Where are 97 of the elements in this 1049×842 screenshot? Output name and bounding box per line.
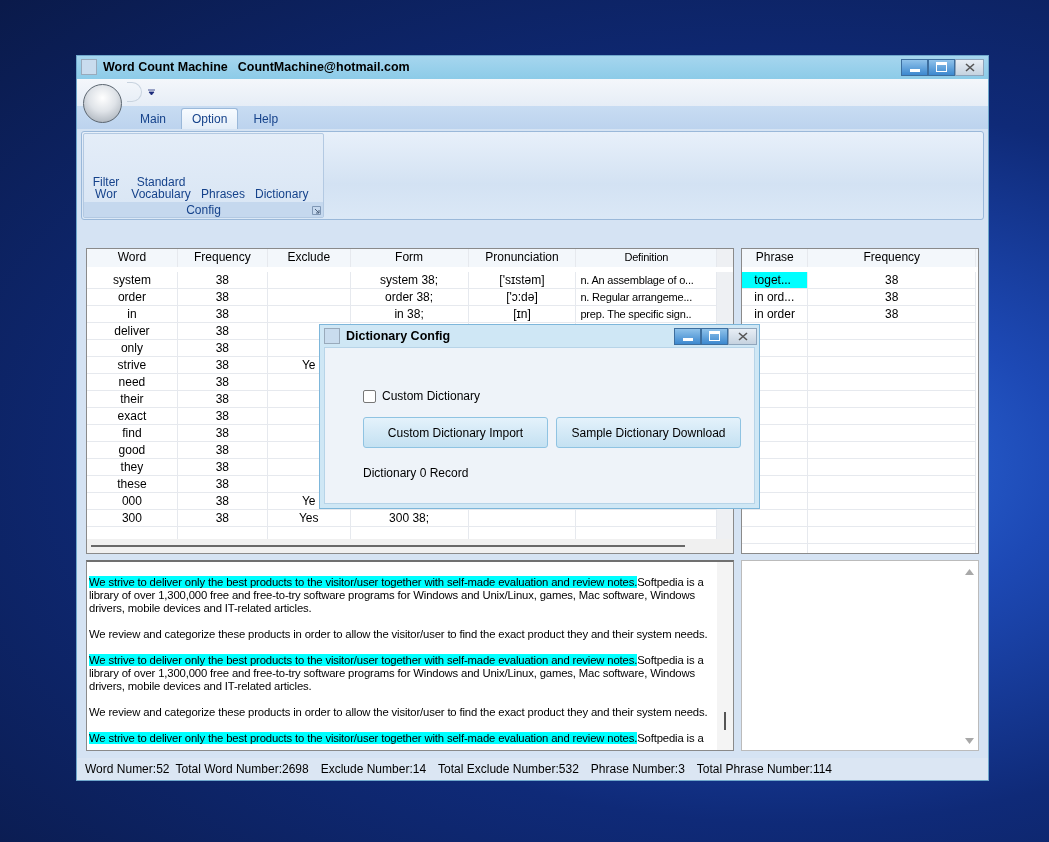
table-cell: system <box>87 272 178 290</box>
table-cell: order <box>87 289 178 307</box>
dropdown-icon[interactable] <box>148 88 155 96</box>
table-cell: in 38; <box>350 306 469 324</box>
checkbox[interactable] <box>363 389 376 403</box>
ribbon-tab[interactable]: Main <box>129 107 177 129</box>
ribbon-button[interactable]: Standard Vocabulary <box>128 176 194 201</box>
status-text: Word Numer:52 <box>85 762 170 777</box>
ribbon-button[interactable]: Filter Wor <box>88 176 124 201</box>
minimize-button[interactable] <box>674 327 701 345</box>
maximize-button[interactable] <box>928 58 955 76</box>
table-cell: deliver <box>87 323 178 341</box>
table-cell: 300 38; <box>350 510 469 528</box>
close-icon <box>737 331 748 341</box>
table-cell: n. An assemblage of o... <box>576 272 718 290</box>
status-text: Total Exclude Number:532 <box>438 762 579 777</box>
column-header[interactable]: Exclude <box>267 249 351 268</box>
table-cell: 38 <box>177 510 268 528</box>
app-icon <box>81 59 97 76</box>
table-cell: 38 <box>177 374 268 392</box>
app-icon <box>324 328 340 344</box>
status-text: Total Word Number:2698 <box>175 762 309 777</box>
table-cell: 38 <box>177 476 268 494</box>
table-cell: order 38; <box>350 289 469 307</box>
dialog-button[interactable]: Sample Dictionary Download <box>556 417 741 448</box>
table-cell: n. Regular arrangeme... <box>576 289 718 307</box>
horizontal-scrollbar[interactable] <box>87 539 734 554</box>
application-orb[interactable] <box>83 83 122 123</box>
paragraph: We review and categorize these products in order to allow the visitor/user to find the exact product they and their system needs. <box>89 706 709 720</box>
close-icon <box>964 62 975 72</box>
table-cell: strive <box>87 357 178 375</box>
table-cell: good <box>87 442 178 460</box>
table-cell: ['ɔ:də] <box>468 289 577 307</box>
table-cell: 38 <box>808 306 977 324</box>
table-cell: need <box>87 374 178 392</box>
ribbon-tab[interactable]: Help <box>242 107 290 129</box>
table-cell: 38 <box>177 272 268 290</box>
table-cell[interactable]: in order <box>742 306 809 324</box>
checkbox-label[interactable]: Custom Dictionary <box>382 389 481 403</box>
table-cell: ['sɪstəm] <box>468 272 577 290</box>
table-cell: only <box>87 340 178 358</box>
dialog-launcher-icon[interactable] <box>312 206 321 216</box>
ribbon-button[interactable]: Phrases <box>198 188 249 201</box>
table-cell: 38 <box>177 391 268 409</box>
column-header[interactable]: Form <box>350 249 469 268</box>
group-title: Config <box>186 202 221 217</box>
paragraph: We review and categorize these products in order to allow the visitor/user to find the exact product they and their system needs. <box>89 628 709 642</box>
table-cell: they <box>87 459 178 477</box>
table-cell: 38 <box>177 425 268 443</box>
paragraph: We strive to deliver only the best products to the visitor/user together with self-made evaluation and review notes.Softpedia is a <box>89 732 705 746</box>
table-cell: in <box>87 306 178 324</box>
table-cell: prep. The specific sign.. <box>576 306 718 324</box>
maximize-button[interactable] <box>701 327 728 345</box>
ribbon-button[interactable]: Dictionary <box>252 188 312 201</box>
close-button[interactable] <box>728 327 757 345</box>
record-count: Dictionary 0 Record <box>363 466 470 480</box>
table-cell: 300 <box>87 510 178 528</box>
table-cell: 38 <box>177 340 268 358</box>
dialog-button[interactable]: Custom Dictionary Import <box>363 417 548 448</box>
table-cell: Yes <box>267 510 351 528</box>
table-cell: 38 <box>177 323 268 341</box>
table-cell: 38 <box>177 357 268 375</box>
table-cell: 38 <box>808 289 977 307</box>
table-cell: 38 <box>177 306 268 324</box>
column-header[interactable]: Pronunciation <box>468 249 577 268</box>
ribbon-tab[interactable]: Option <box>181 107 239 129</box>
table-cell: find <box>87 425 178 443</box>
minimize-button[interactable] <box>901 58 928 76</box>
table-cell[interactable]: in ord... <box>742 289 809 307</box>
status-text: Exclude Number:14 <box>320 762 427 777</box>
table-cell: 38 <box>177 289 268 307</box>
close-button[interactable] <box>955 58 984 76</box>
paragraph: We strive to deliver only the best products to the visitor/user together with self-made evaluation and review notes.Softpedia is a library of over 1,300,000 free and free-to-try software programs for Windows and Unix/Linux, games, Mac software, Windows drivers, mobile devices and IT-related articles. <box>89 654 705 694</box>
window-email: CountMachine@hotmail.com <box>237 60 410 75</box>
column-header[interactable]: Frequency <box>177 249 268 268</box>
table-cell: 38 <box>808 272 977 290</box>
empty-cell <box>742 510 809 528</box>
table-cell: system 38; <box>350 272 469 290</box>
table-cell: these <box>87 476 178 494</box>
table-cell: 000 <box>87 493 178 511</box>
table-cell: 38 <box>177 493 268 511</box>
table-cell: [ɪn] <box>468 306 577 324</box>
status-text: Phrase Number:3 <box>590 762 685 777</box>
table-cell: 38 <box>177 408 268 426</box>
table-cell: 38 <box>177 442 268 460</box>
column-header[interactable]: Frequency <box>808 249 977 268</box>
column-header[interactable]: Word <box>87 249 178 268</box>
column-header[interactable]: Phrase <box>742 249 809 268</box>
paragraph: We strive to deliver only the best products to the visitor/user together with self-made evaluation and review notes.Softpedia is a library of over 1,300,000 free and free-to-try software programs for Windows and Unix/Linux, games, Mac software, Windows drivers, mobile devices and IT-related articles. <box>89 576 705 616</box>
table-cell: exact <box>87 408 178 426</box>
status-text: Total Phrase Number:114 <box>696 762 833 777</box>
window-title: Word Count Machine <box>103 60 228 75</box>
table-cell: 38 <box>177 459 268 477</box>
table-cell: their <box>87 391 178 409</box>
vertical-scrollbar[interactable] <box>717 562 734 751</box>
table-cell[interactable]: toget... <box>742 272 809 290</box>
dialog-title: Dictionary Config <box>346 329 451 343</box>
